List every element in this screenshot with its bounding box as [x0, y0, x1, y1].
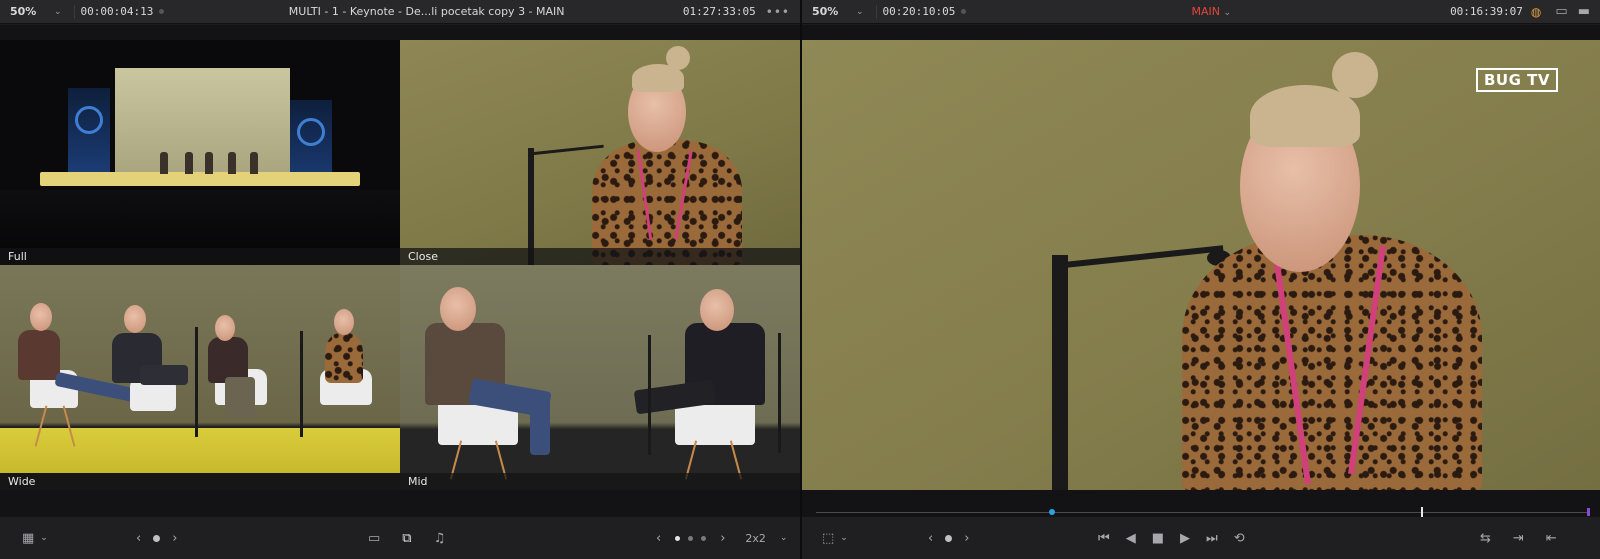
video-audio-icon[interactable]: ⧉: [396, 531, 417, 546]
projection-screen: [115, 68, 290, 178]
program-timecode: 00:20:10:05: [882, 5, 956, 18]
layout-select[interactable]: 2x2: [739, 532, 772, 545]
channel-logo: BUG TV: [1476, 68, 1558, 92]
transform-icon[interactable]: ⬚: [816, 531, 840, 546]
out-point-marker[interactable]: [1587, 508, 1590, 516]
next-nav-icon[interactable]: ›: [958, 531, 975, 546]
color-viewer-icon[interactable]: ◍: [1523, 5, 1549, 19]
timeline-name: MAIN: [1191, 5, 1220, 18]
stage-banner-left: [68, 88, 110, 173]
next-nav-icon[interactable]: ›: [166, 531, 183, 546]
prev-nav-icon[interactable]: ‹: [922, 531, 939, 546]
in-point-marker[interactable]: [1049, 509, 1055, 515]
more-options-icon[interactable]: •••: [756, 5, 800, 19]
angle-label: Mid: [400, 473, 800, 490]
angle-label: Close: [400, 248, 800, 265]
dot-separator-icon: [961, 9, 967, 14]
transport-controls: ⬚ ⌄ ‹ › ⏮ ◀ ■ ▶ ⏭ ⟲ ⇆ ⇥ ⇤: [802, 517, 1600, 559]
source-viewer-header: 50% ⌄ 00:00:04:13 MULTI - 1 - Keynote - …: [0, 0, 800, 24]
playhead-timecode: 00:16:39:07: [1450, 5, 1523, 18]
stage-floor: [40, 172, 360, 186]
zoom-level[interactable]: 50%: [802, 0, 850, 24]
scrub-track: [816, 512, 1590, 513]
angle-close[interactable]: Close: [400, 40, 800, 265]
zoom-chevron-down-icon[interactable]: ⌄: [48, 7, 68, 17]
duration-timecode: 01:27:33:05: [682, 5, 756, 18]
angle-full[interactable]: Full: [0, 40, 400, 265]
page-dot-icon[interactable]: [675, 535, 681, 541]
video-only-icon[interactable]: ▭: [362, 531, 386, 546]
prev-nav-icon[interactable]: ‹: [130, 531, 147, 546]
angle-label: Wide: [0, 473, 400, 490]
zoom-level[interactable]: 50%: [0, 0, 48, 24]
angle-wide[interactable]: Wide: [0, 265, 400, 490]
nav-dot-icon: [945, 534, 953, 542]
program-viewer-header: 50% ⌄ 00:20:10:05 MAIN ⌄ 00:16:39:07 ◍ ▭…: [802, 0, 1600, 24]
zoom-chevron-down-icon[interactable]: ⌄: [850, 7, 870, 17]
stop-icon[interactable]: ■: [1146, 531, 1170, 546]
header-divider: [875, 4, 877, 19]
next-edit-icon[interactable]: ⇥: [1507, 531, 1530, 546]
bank-pager: [675, 535, 707, 541]
multicam-view-icon[interactable]: ▦: [16, 531, 40, 546]
view-chevron-down-icon[interactable]: ⌄: [40, 533, 54, 543]
page-dot-icon[interactable]: [701, 535, 707, 541]
prev-bank-icon[interactable]: ‹: [650, 531, 667, 546]
program-viewer: 50% ⌄ 00:20:10:05 MAIN ⌄ 00:16:39:07 ◍ ▭…: [802, 0, 1600, 559]
program-frame: BUG TV: [802, 40, 1600, 490]
transform-chevron-down-icon[interactable]: ⌄: [840, 533, 854, 543]
go-to-end-icon[interactable]: ⏭: [1200, 531, 1224, 546]
angle-label: Full: [0, 248, 400, 265]
multicam-viewer: 50% ⌄ 00:00:04:13 MULTI - 1 - Keynote - …: [0, 0, 800, 559]
play-reverse-icon[interactable]: ◀: [1120, 531, 1142, 546]
timeline-title[interactable]: MAIN ⌄: [972, 5, 1450, 18]
angle-mid[interactable]: Mid: [400, 265, 800, 490]
go-to-start-icon[interactable]: ⏮: [1092, 531, 1116, 546]
loop-icon[interactable]: ⟲: [1228, 531, 1251, 546]
fullscreen-icon[interactable]: ▬: [1574, 4, 1600, 19]
match-frame-icon[interactable]: ⇆: [1474, 531, 1497, 546]
viewer-mode-icon[interactable]: ▭: [1549, 4, 1573, 19]
play-icon[interactable]: ▶: [1174, 531, 1196, 546]
nav-dot-icon: [153, 534, 161, 542]
next-bank-icon[interactable]: ›: [714, 531, 731, 546]
angle-grid: Full Close Wide Mid: [0, 40, 800, 490]
yellow-stage-floor: [0, 428, 400, 473]
audio-only-icon[interactable]: ♫: [428, 531, 452, 546]
source-timecode: 00:00:04:13: [80, 5, 154, 18]
prev-edit-icon[interactable]: ⇤: [1540, 531, 1563, 546]
multicam-clip-title[interactable]: MULTI - 1 - Keynote - De...li pocetak co…: [170, 5, 683, 18]
header-divider: [73, 4, 75, 19]
page-dot-icon[interactable]: [688, 535, 694, 541]
timeline-chevron-down-icon[interactable]: ⌄: [1223, 8, 1231, 18]
source-viewer-toolbar: ▦ ⌄ ‹ › ▭ ⧉ ♫ ‹ › 2x2 ⌄: [0, 517, 800, 559]
dot-separator-icon: [159, 9, 165, 14]
layout-chevron-down-icon[interactable]: ⌄: [780, 533, 794, 543]
program-scrubber[interactable]: [816, 507, 1590, 518]
